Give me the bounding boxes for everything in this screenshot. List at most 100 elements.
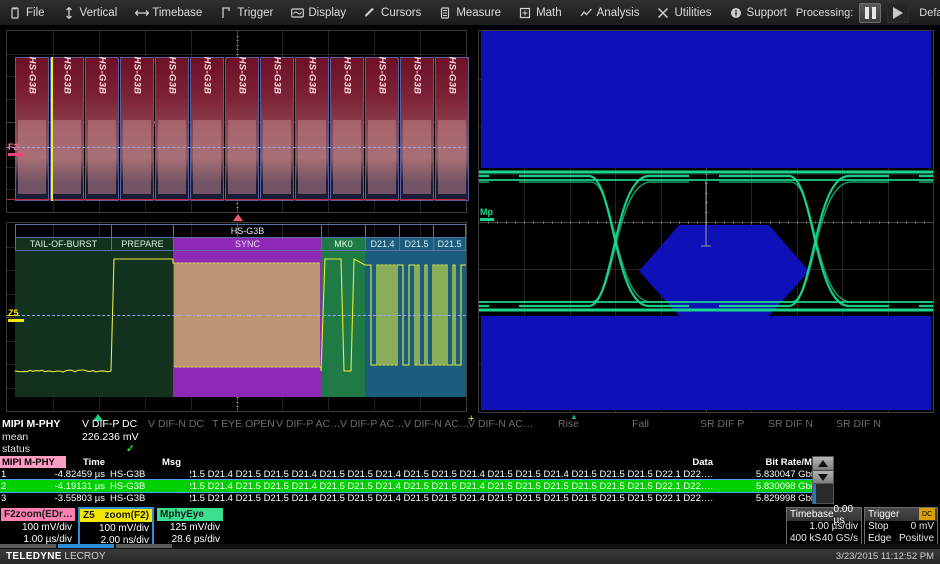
- math-icon: [519, 7, 531, 19]
- burst-waveform: [158, 120, 186, 194]
- scrollbar-thumb[interactable]: [813, 484, 816, 504]
- scroll-up-button[interactable]: [813, 457, 833, 470]
- channel-tag-label: Mp: [480, 207, 493, 217]
- timebase-descriptor[interactable]: Timebase 0.00 µs 1.00 µs/div 400 kS 40 G…: [786, 507, 862, 549]
- pause-icon: [865, 7, 876, 19]
- menu-item-measure[interactable]: Measure: [430, 0, 510, 26]
- eye-trace-path: [479, 182, 489, 302]
- scrollbar-track[interactable]: [813, 483, 833, 503]
- zoom-waveform-trace: [7, 223, 466, 411]
- menu-item-utilities[interactable]: Utilities: [648, 0, 720, 26]
- measurement-column-header[interactable]: SR DIF P: [700, 418, 744, 430]
- burst-packet[interactable]: HS-G3B: [365, 57, 399, 201]
- menu-item-label: Math: [536, 7, 562, 19]
- eye-diagram-grid[interactable]: Mp: [478, 30, 934, 413]
- measurement-column-header[interactable]: V DIF-N DC: [148, 418, 204, 430]
- measurement-column-header[interactable]: V DIF-P DC: [82, 418, 137, 430]
- burst-packet[interactable]: HS-G3B: [120, 57, 154, 201]
- burst-waveform: [438, 120, 466, 194]
- burst-label: HS-G3B: [237, 57, 248, 95]
- analysis-icon: [580, 7, 592, 19]
- burst-waveform: [193, 120, 221, 194]
- burst-packet[interactable]: HS-G3B: [85, 57, 119, 201]
- burst-packet[interactable]: HS-G3B: [330, 57, 364, 201]
- menu-item-timebase[interactable]: Timebase: [126, 0, 211, 26]
- measurement-column-header[interactable]: V DIF-P AC…: [340, 418, 405, 430]
- descriptor-header: F2zoom(EDr…: [1, 508, 75, 521]
- burst-packet[interactable]: HS-G3B: [260, 57, 294, 201]
- timebase-scale: 1.00 µs/div: [809, 521, 858, 533]
- measurement-column-header[interactable]: T EYE OPEN: [212, 418, 275, 430]
- burst-packet[interactable]: HS-G3B: [400, 57, 434, 201]
- trigger-descriptor[interactable]: Trigger C1 DC Stop 0 mV Edge Positive: [864, 507, 938, 549]
- descriptor-line: 100 mV/div: [1, 522, 72, 534]
- decode-scrollbar[interactable]: [812, 456, 834, 504]
- menu-item-cursors[interactable]: Cursors: [355, 0, 430, 26]
- channel-tag-z5[interactable]: Z5: [8, 308, 24, 322]
- burst-label: HS-G3B: [342, 57, 353, 95]
- decode-cell-data: D21.4 D21.5 D21.5 D21.4 D21.5 D21.5 D21.…: [190, 492, 716, 504]
- burst-packet[interactable]: HS-G3B: [155, 57, 189, 201]
- burst-packet[interactable]: HS-G3B: [435, 57, 469, 201]
- decode-header-time[interactable]: Time: [66, 456, 108, 468]
- burst-packet[interactable]: HS-G3B: [190, 57, 224, 201]
- decode-cell-index: 2: [1, 480, 41, 492]
- scroll-down-button[interactable]: [813, 470, 833, 483]
- channel-offset-marker: [480, 218, 494, 221]
- taskbar-item[interactable]: [0, 544, 56, 548]
- taskbar-item-active[interactable]: [58, 544, 114, 548]
- menu-item-vertical[interactable]: Vertical: [54, 0, 127, 26]
- menu-item-file[interactable]: File: [0, 0, 54, 26]
- descriptor-title: zoom(EDr…: [16, 509, 73, 520]
- zoom-waveform-grid[interactable]: HS-G3B TAIL-OF-BURSTPREPARESYNCMK0D21.4D…: [6, 222, 467, 412]
- menu-item-analysis[interactable]: Analysis: [571, 0, 649, 26]
- cursor-marker-green: ▲: [570, 412, 578, 421]
- measurement-column-header[interactable]: SR DIF N: [768, 418, 813, 430]
- decode-header-rate[interactable]: Bit Rate/Msg: [716, 456, 826, 468]
- trigger-position-marker: [233, 214, 243, 221]
- burst-packet[interactable]: HS-G3B: [295, 57, 329, 201]
- burst-waveform: [403, 120, 431, 194]
- decode-cell-rate: 5.830047 Gbit/s: [716, 468, 826, 480]
- measurement-column-header[interactable]: Fall: [632, 418, 649, 430]
- measurement-column-header[interactable]: V DIF-P AC…: [276, 418, 341, 430]
- descriptor-id: F2: [4, 509, 16, 520]
- menu-item-support[interactable]: Support: [721, 0, 796, 26]
- burst-packet[interactable]: HS-G3B: [225, 57, 259, 201]
- cursor-dashed-line: [7, 315, 466, 316]
- pause-button[interactable]: [859, 3, 881, 23]
- burst-label: HS-G3B: [167, 57, 178, 95]
- decode-cell-rate: 5.829998 Gbit/s: [716, 492, 826, 504]
- vertical-icon: [63, 7, 75, 19]
- burst-waveform: [333, 120, 361, 194]
- menu-item-label: Analysis: [597, 7, 640, 19]
- burst-packet[interactable]: HS-G3B: [50, 57, 84, 201]
- menu-item-label: Utilities: [674, 7, 711, 19]
- table-row[interactable]: 2-4.19131 µsHS-G3BD21.4 D21.5 D21.5 D21.…: [0, 480, 826, 492]
- table-row[interactable]: 3-3.55803 µsHS-G3BD21.4 D21.5 D21.5 D21.…: [0, 492, 826, 504]
- decode-header-data[interactable]: Data: [600, 456, 716, 468]
- decode-cell-msg: HS-G3B: [110, 492, 180, 504]
- burst-label: HS-G3B: [132, 57, 143, 95]
- decode-cell-rate: 5.830098 Gbit/s: [716, 480, 826, 492]
- channel-tag-mp[interactable]: Mp: [480, 207, 494, 221]
- timestamp: 3/23/2015 11:12:52 PM: [836, 551, 934, 562]
- menu-item-display[interactable]: Display: [282, 0, 355, 26]
- menu-item-trigger[interactable]: Trigger: [211, 0, 282, 26]
- acquisition-waveform-grid[interactable]: HS-G3BHS-G3BHS-G3BHS-G3BHS-G3BHS-G3BHS-G…: [6, 30, 467, 213]
- table-row[interactable]: 1-4.82459 µsHS-G3BD21.4 D21.5 D21.5 D21.…: [0, 468, 826, 480]
- descriptor-box[interactable]: F2zoom(EDr…100 mV/div1.00 µs/div: [0, 507, 76, 548]
- menu-item-math[interactable]: Math: [510, 0, 571, 26]
- measurement-column-header[interactable]: V DIF-N AC…: [404, 418, 469, 430]
- play-button[interactable]: [887, 3, 909, 23]
- measurement-column-header[interactable]: V DIF-N AC…: [468, 418, 533, 430]
- zoom-region-marker[interactable]: [51, 57, 53, 201]
- taskbar-item[interactable]: [116, 544, 172, 548]
- measurement-table[interactable]: MIPI M-PHYmeanstatusV DIF-P DC226.236 mV…: [0, 418, 940, 456]
- burst-packet[interactable]: HS-G3B: [15, 57, 49, 201]
- decode-header-msg[interactable]: Msg: [108, 456, 184, 468]
- trigger-mode: Stop: [868, 521, 889, 533]
- channel-tag-f2[interactable]: F2: [8, 142, 24, 156]
- decode-results-table[interactable]: MIPI M-PHY Time Msg Data Bit Rate/Msg 1-…: [0, 456, 940, 504]
- measurement-column-header[interactable]: SR DIF N: [836, 418, 881, 430]
